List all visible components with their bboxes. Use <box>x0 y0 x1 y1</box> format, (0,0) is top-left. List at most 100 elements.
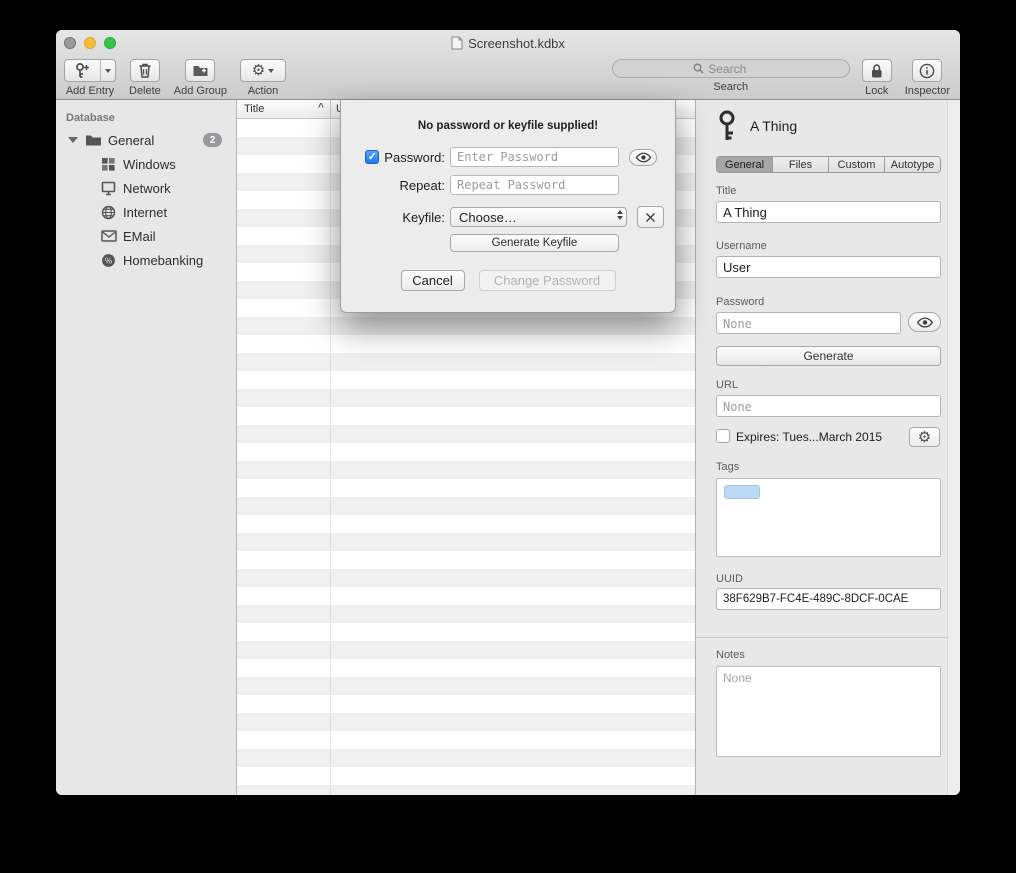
action-button[interactable]: ⚙ <box>240 59 286 82</box>
add-group-button[interactable] <box>185 59 215 82</box>
popup-chevrons-icon <box>617 210 623 220</box>
sidebar-item-label: Homebanking <box>123 253 203 268</box>
title-field-label: Title <box>716 185 736 197</box>
generate-keyfile-label: Generate Keyfile <box>492 237 578 249</box>
title-field[interactable] <box>716 201 941 223</box>
dialog-message: No password or keyfile supplied! <box>341 120 675 132</box>
chevron-down-icon <box>268 69 274 73</box>
document-icon <box>451 36 463 50</box>
password-field[interactable] <box>716 312 901 334</box>
repeat-label: Repeat: <box>399 178 445 193</box>
column-divider[interactable] <box>330 100 331 118</box>
tag-chip[interactable] <box>724 485 760 499</box>
add-entry-dropdown[interactable] <box>100 60 115 81</box>
delete-button[interactable] <box>130 59 160 82</box>
generate-keyfile-button[interactable]: Generate Keyfile <box>450 234 619 252</box>
lock-label: Lock <box>865 85 888 97</box>
keyfile-label: Keyfile: <box>402 210 445 225</box>
notes-field[interactable] <box>716 666 941 757</box>
inspector-divider <box>696 637 947 638</box>
inspector-scrollbar[interactable] <box>947 100 960 795</box>
tab-custom[interactable]: Custom <box>829 157 885 172</box>
eye-icon <box>635 152 652 163</box>
repeat-password-input[interactable] <box>450 175 619 195</box>
tab-files[interactable]: Files <box>773 157 829 172</box>
url-field[interactable] <box>716 395 941 417</box>
search-label: Search <box>713 81 748 93</box>
generate-button-label: Generate <box>803 349 853 363</box>
reveal-password-button[interactable] <box>908 312 941 332</box>
keyfile-popup-value: Choose… <box>459 210 517 225</box>
gear-icon: ⚙ <box>918 430 931 445</box>
sidebar-item-network[interactable]: Network <box>56 176 236 200</box>
info-icon <box>919 63 935 79</box>
window-title-area: Screenshot.kdbx <box>56 30 960 56</box>
sidebar-item-email[interactable]: EMail <box>56 224 236 248</box>
inspector-button[interactable] <box>912 59 942 82</box>
delete-control: Delete <box>129 59 161 97</box>
sidebar-item-internet[interactable]: Internet <box>56 200 236 224</box>
sidebar-item-windows[interactable]: Windows <box>56 152 236 176</box>
sidebar-group-general[interactable]: General 2 <box>56 128 236 152</box>
title-bar[interactable]: Screenshot.kdbx <box>56 30 960 56</box>
table-column-line <box>330 119 331 795</box>
password-label: Password: <box>384 150 445 165</box>
key-icon <box>716 110 738 142</box>
sidebar-item-label: Windows <box>123 157 176 172</box>
uuid-label: UUID <box>716 573 743 585</box>
enter-password-input[interactable] <box>450 147 619 167</box>
app-window: Screenshot.kdbx Add Entry <box>56 30 960 795</box>
username-field[interactable] <box>716 256 941 278</box>
search-input[interactable] <box>708 62 768 76</box>
delete-label: Delete <box>129 85 161 97</box>
expires-checkbox[interactable] <box>716 429 730 443</box>
entry-title: A Thing <box>750 118 797 134</box>
entry-count-badge: 2 <box>203 133 222 147</box>
gear-icon: ⚙ <box>252 63 265 78</box>
key-plus-icon <box>65 60 100 81</box>
reveal-password-button[interactable] <box>629 149 657 166</box>
envelope-icon <box>100 228 117 245</box>
column-header-title[interactable]: Title <box>244 103 264 115</box>
disclosure-triangle-icon[interactable] <box>68 137 78 143</box>
uuid-field[interactable] <box>716 588 941 610</box>
action-control: ⚙ Action <box>240 59 286 97</box>
notes-label: Notes <box>716 649 745 661</box>
lock-control: Lock <box>862 59 892 97</box>
keyfile-popup[interactable]: Choose… <box>450 207 627 227</box>
trash-icon <box>137 62 153 79</box>
password-field-label: Password <box>716 296 764 308</box>
clear-keyfile-button[interactable] <box>637 206 664 228</box>
cancel-button[interactable]: Cancel <box>401 270 465 291</box>
lock-button[interactable] <box>862 59 892 82</box>
password-row: ✓ Password: <box>341 146 675 168</box>
tags-field[interactable] <box>716 478 941 557</box>
eye-icon <box>916 317 934 328</box>
sidebar-header: Database <box>56 108 236 128</box>
inspector-control: Inspector <box>905 59 950 97</box>
tags-label: Tags <box>716 461 739 473</box>
password-checkbox[interactable]: ✓ <box>365 150 379 164</box>
sidebar-item-homebanking[interactable]: % Homebanking <box>56 248 236 272</box>
close-x-icon <box>645 212 656 223</box>
folder-icon <box>85 132 102 149</box>
search-field[interactable] <box>612 59 850 78</box>
tab-general[interactable]: General <box>717 157 773 172</box>
chevron-down-icon <box>105 69 111 73</box>
change-password-button[interactable]: Change Password <box>479 270 616 291</box>
expires-settings-button[interactable]: ⚙ <box>909 427 940 447</box>
globe-icon <box>100 204 117 221</box>
inspector-tabs: General Files Custom Autotype <box>716 156 941 173</box>
url-field-label: URL <box>716 379 738 391</box>
add-entry-control: Add Entry <box>64 59 116 97</box>
expires-label: Expires: Tues...March 2015 <box>736 430 901 444</box>
monitor-icon <box>100 180 117 197</box>
generate-password-button[interactable]: Generate <box>716 346 941 366</box>
add-entry-button[interactable] <box>64 59 116 82</box>
tab-autotype[interactable]: Autotype <box>885 157 940 172</box>
change-password-sheet: No password or keyfile supplied! ✓ Passw… <box>340 100 676 313</box>
folder-plus-icon <box>192 63 209 78</box>
username-field-label: Username <box>716 240 767 252</box>
add-group-label: Add Group <box>174 85 227 97</box>
desktop: Screenshot.kdbx Add Entry <box>0 0 1016 873</box>
